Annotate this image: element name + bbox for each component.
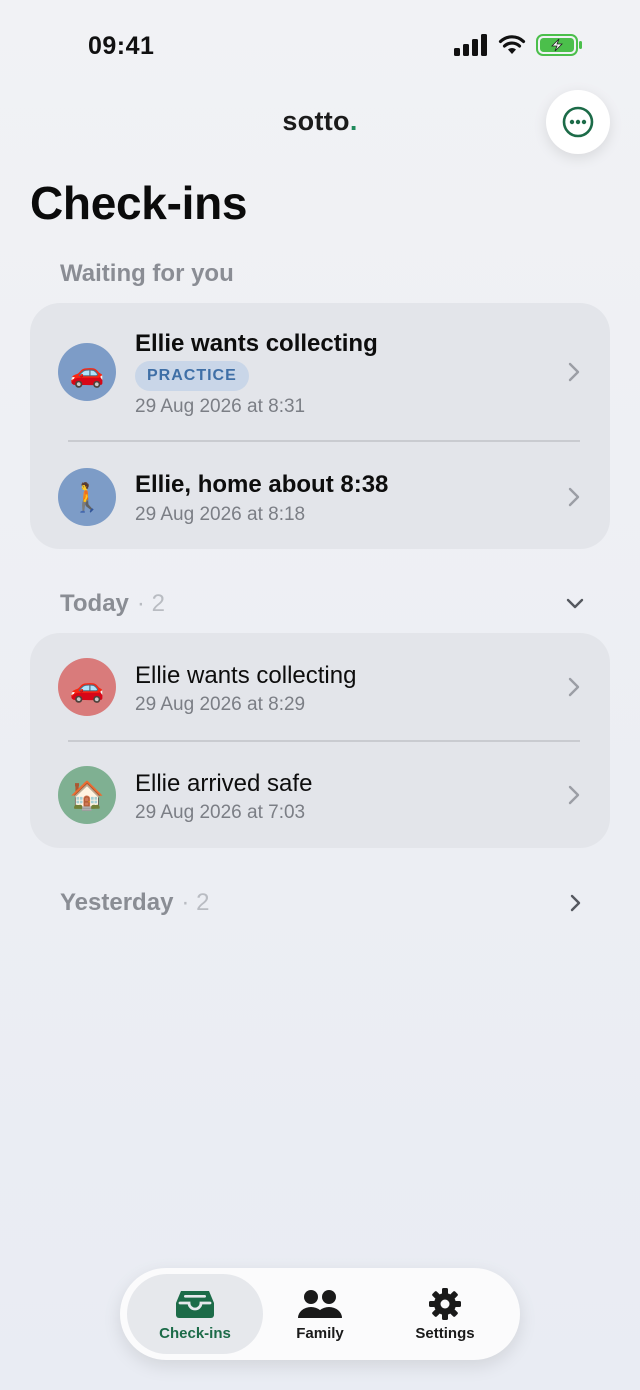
chevron-right-icon	[568, 362, 580, 382]
chevron-right-icon	[568, 677, 580, 697]
section-yesterday-count: · 2	[181, 889, 210, 916]
more-options-button[interactable]	[546, 90, 610, 154]
practice-badge: PRACTICE	[135, 361, 249, 391]
list-item-waiting-1[interactable]: 🚗 Ellie wants collecting PRACTICE 29 Aug…	[30, 303, 610, 441]
status-bar: 09:41	[0, 0, 640, 90]
list-item-timestamp: 29 Aug 2026 at 7:03	[135, 802, 306, 823]
tab-check-ins[interactable]: Check-ins	[127, 1274, 263, 1354]
list-item-timestamp: 29 Aug 2026 at 8:18	[135, 504, 306, 525]
waiting-card: 🚗 Ellie wants collecting PRACTICE 29 Aug…	[30, 303, 610, 549]
car-icon: 🚗	[58, 658, 116, 716]
tab-label: Settings	[415, 1324, 475, 1342]
battery-icon	[536, 34, 582, 56]
list-item-title: Ellie, home about 8:38	[135, 471, 389, 498]
section-today-title: Today	[60, 590, 129, 617]
list-item-title: Ellie wants collecting	[135, 330, 378, 357]
car-icon: 🚗	[58, 343, 116, 401]
people-icon	[298, 1289, 342, 1318]
chevron-down-icon[interactable]	[566, 598, 584, 610]
ellipsis-circle-icon	[562, 106, 594, 138]
inbox-icon	[176, 1290, 214, 1318]
chevron-right-icon	[568, 785, 580, 805]
section-waiting-header: Waiting for you	[60, 260, 234, 288]
section-waiting-title: Waiting for you	[60, 260, 234, 287]
chevron-right-icon[interactable]	[570, 894, 582, 912]
brand-dot: .	[349, 106, 358, 136]
section-yesterday-title: Yesterday	[60, 889, 174, 916]
page-title: Check-ins	[30, 177, 248, 229]
house-icon: 🏠	[58, 766, 116, 824]
tab-label: Check-ins	[159, 1324, 231, 1342]
section-today-count: · 2	[136, 590, 165, 617]
status-icons	[454, 34, 582, 56]
list-item-timestamp: 29 Aug 2026 at 8:31	[135, 396, 306, 417]
list-item-today-2[interactable]: 🏠 Ellie arrived safe 29 Aug 2026 at 7:03	[30, 741, 610, 848]
avatar-emoji: 🏠	[69, 779, 105, 811]
walking-person-icon: 🚶	[58, 468, 116, 526]
tab-family[interactable]: Family	[252, 1274, 388, 1354]
list-item-today-1[interactable]: 🚗 Ellie wants collecting 29 Aug 2026 at …	[30, 633, 610, 740]
list-item-title: Ellie wants collecting	[135, 662, 357, 689]
today-card: 🚗 Ellie wants collecting 29 Aug 2026 at …	[30, 633, 610, 848]
app-brand: sotto.	[0, 106, 640, 137]
avatar-emoji: 🚗	[69, 671, 105, 703]
list-item-title: Ellie arrived safe	[135, 770, 313, 797]
tab-settings[interactable]: Settings	[377, 1274, 513, 1354]
avatar-emoji: 🚶	[69, 481, 105, 513]
list-item-timestamp: 29 Aug 2026 at 8:29	[135, 694, 306, 715]
tab-bar: Check-ins Family Settings	[120, 1268, 520, 1360]
tab-label: Family	[296, 1324, 344, 1342]
list-item-waiting-2[interactable]: 🚶 Ellie, home about 8:38 29 Aug 2026 at …	[30, 441, 610, 549]
avatar-emoji: 🚗	[69, 356, 105, 388]
chevron-right-icon	[568, 487, 580, 507]
section-yesterday-header[interactable]: Yesterday · 2	[60, 889, 209, 917]
brand-name: sotto	[282, 106, 350, 136]
status-time: 09:41	[88, 32, 155, 60]
signal-icon	[454, 34, 487, 56]
gear-icon	[429, 1287, 461, 1320]
section-today-header[interactable]: Today · 2	[60, 590, 165, 618]
wifi-icon	[498, 35, 526, 54]
